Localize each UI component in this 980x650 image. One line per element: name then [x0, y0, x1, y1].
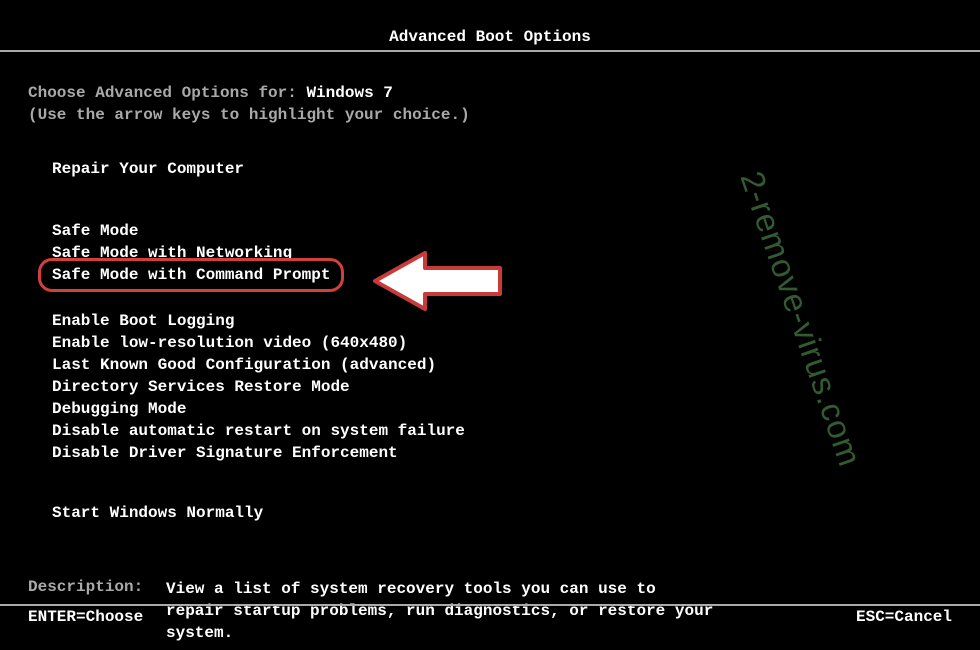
page-title: Advanced Boot Options	[0, 0, 980, 50]
intro-hint: (Use the arrow keys to highlight your ch…	[28, 104, 980, 126]
option-directory-services-restore[interactable]: Directory Services Restore Mode	[52, 376, 980, 398]
os-name: Windows 7	[306, 84, 392, 102]
option-low-res-video[interactable]: Enable low-resolution video (640x480)	[52, 332, 980, 354]
option-last-known-good[interactable]: Last Known Good Configuration (advanced)	[52, 354, 980, 376]
intro-prefix: Choose Advanced Options for:	[28, 84, 306, 102]
footer: ENTER=Choose ESC=Cancel	[0, 604, 980, 626]
option-debugging-mode[interactable]: Debugging Mode	[52, 398, 980, 420]
option-safe-mode-command-prompt[interactable]: Safe Mode with Command Prompt	[52, 266, 330, 284]
option-boot-logging[interactable]: Enable Boot Logging	[52, 310, 980, 332]
option-disable-auto-restart[interactable]: Disable automatic restart on system fail…	[52, 420, 980, 442]
option-safe-mode-networking[interactable]: Safe Mode with Networking	[52, 242, 980, 264]
option-safe-mode[interactable]: Safe Mode	[52, 220, 980, 242]
footer-divider	[0, 604, 980, 606]
option-disable-driver-sig[interactable]: Disable Driver Signature Enforcement	[52, 442, 980, 464]
option-repair-computer[interactable]: Repair Your Computer	[52, 160, 980, 178]
intro-block: Choose Advanced Options for: Windows 7 (…	[0, 52, 980, 126]
footer-enter-hint: ENTER=Choose	[28, 608, 143, 626]
footer-esc-hint: ESC=Cancel	[856, 608, 952, 626]
option-start-normally[interactable]: Start Windows Normally	[52, 504, 980, 522]
intro-line-os: Choose Advanced Options for: Windows 7	[28, 82, 980, 104]
